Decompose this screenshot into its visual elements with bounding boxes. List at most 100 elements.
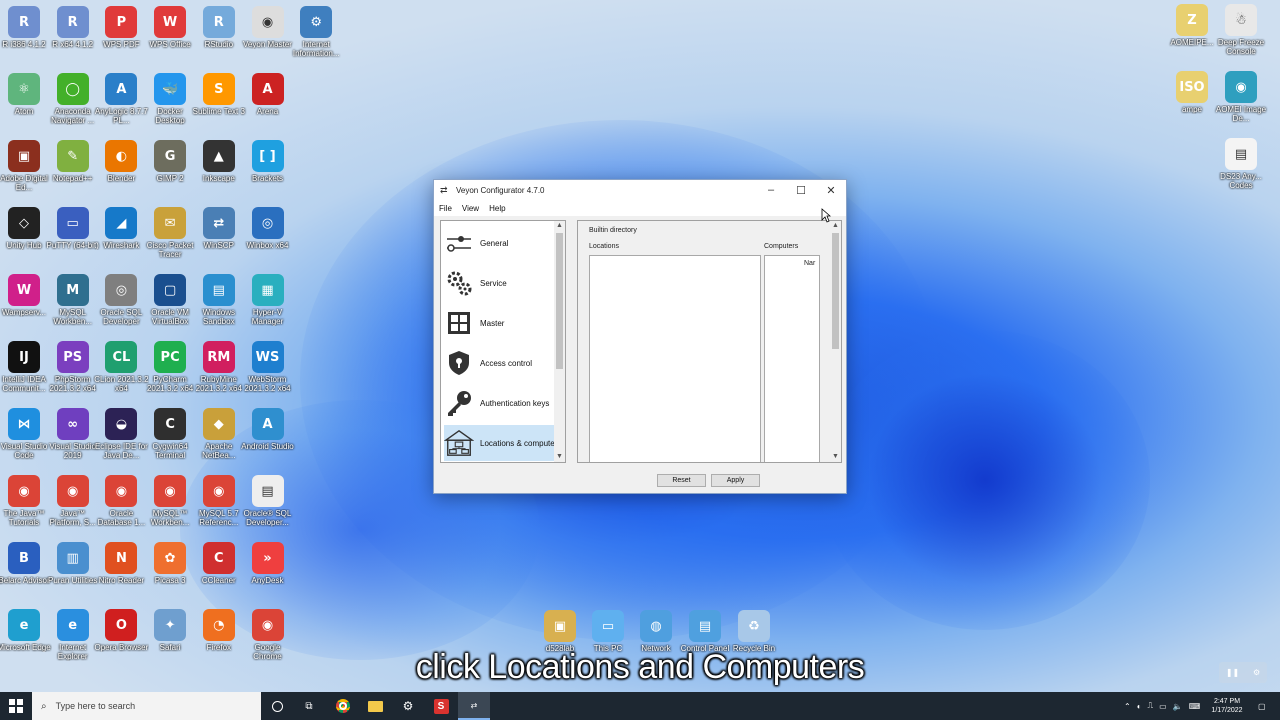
title-bar[interactable]: ⇄ Veyon Configurator 4.7.0 – ☐ ✕	[434, 180, 846, 200]
desktop-icon-4[interactable]: ♻ Recycle Bin	[730, 610, 778, 653]
desktop-icon-10[interactable]: 🐳 Docker Desktop	[146, 73, 194, 125]
desktop-icon-15[interactable]: ◐ Blender	[97, 140, 145, 183]
desktop-icon-40[interactable]: C Cygwin64 Terminal	[146, 408, 194, 460]
desktop-icon-26[interactable]: M MySQL Workben...	[49, 274, 97, 326]
desktop-icon-3[interactable]: ◉ AOMEI Image De...	[1216, 71, 1266, 123]
cortana-button[interactable]	[261, 692, 293, 720]
tray-usb-icon[interactable]: ⎍	[1148, 701, 1154, 711]
menu-view[interactable]: View	[462, 204, 479, 213]
nav-item-general[interactable]: General	[444, 225, 556, 261]
desktop-icon-30[interactable]: ▦ Hyper-V Manager	[244, 274, 292, 326]
nav-scrollbar[interactable]: ▲ ▼	[554, 221, 565, 462]
desktop-icon-0[interactable]: RR i386 4.1.2	[0, 6, 48, 49]
desktop-icon-45[interactable]: ◉ Oracle Database 1...	[97, 475, 145, 527]
desktop-icon-0[interactable]: Z AOMEIPE...	[1168, 4, 1216, 47]
desktop-icon-50[interactable]: ▥ Puran Utilities	[48, 542, 97, 585]
desktop-icon-54[interactable]: » AnyDesk	[244, 542, 292, 585]
desktop-icon-32[interactable]: PS PhpStorm 2021.3.2 x64	[49, 341, 97, 393]
scrollbar-thumb[interactable]	[556, 233, 563, 369]
desktop-icon-31[interactable]: IJ IntelliJ IDEA Communit...	[0, 341, 48, 393]
desktop-icon-34[interactable]: PC PyCharm 2021.3.2 x64	[146, 341, 194, 393]
menu-file[interactable]: File	[439, 204, 452, 213]
desktop-icon-52[interactable]: ✿ Picasa 3	[146, 542, 194, 585]
minimize-button[interactable]: –	[756, 180, 786, 200]
desktop-icon-20[interactable]: ▭ PuTTY (64-bit)	[47, 207, 99, 250]
desktop-icon-38[interactable]: ∞ Visual Studio 2019	[49, 408, 97, 460]
desktop-icon-1[interactable]: ▭ This PC	[584, 610, 632, 653]
panel-scrollbar[interactable]: ▲ ▼	[830, 221, 841, 462]
desktop-icon-43[interactable]: ◉ The Java™ Tutorials	[0, 475, 48, 527]
desktop-icon-2[interactable]: P WPS PDF	[97, 6, 145, 49]
desktop-icon-57[interactable]: O Opera Browser	[94, 609, 148, 652]
desktop-icon-4[interactable]: R RStudio	[195, 6, 243, 49]
desktop-icon-19[interactable]: ◇ Unity Hub	[0, 207, 48, 250]
close-button[interactable]: ✕	[816, 180, 846, 200]
locations-list[interactable]	[589, 255, 761, 462]
nav-item-service[interactable]: Service	[444, 265, 556, 301]
desktop-icon-25[interactable]: W Wampserv...	[0, 274, 48, 317]
desktop-icon-12[interactable]: A Arena	[244, 73, 292, 116]
desktop-icon-27[interactable]: ◎ Oracle SQL Developer	[97, 274, 145, 326]
desktop-icon-33[interactable]: CL CLion 2021.3.2 x64	[94, 341, 149, 393]
scroll-up-arrow-icon[interactable]: ▲	[830, 221, 841, 231]
desktop-icon-1[interactable]: R R x64 4.1.2	[49, 6, 97, 49]
desktop-icon-3[interactable]: W WPS Office	[146, 6, 194, 49]
desktop-icon-2[interactable]: ISO ampe	[1168, 71, 1216, 114]
nav-item-locations-computers[interactable]: Locations & computers	[444, 425, 561, 461]
desktop-icon-6[interactable]: ⚙ Internet Information...	[292, 6, 340, 58]
menu-help[interactable]: Help	[489, 204, 505, 213]
taskbar-chrome[interactable]	[327, 692, 359, 720]
desktop-icon-37[interactable]: ⋈ Visual Studio Code	[0, 408, 48, 460]
scrollbar-thumb[interactable]	[832, 233, 839, 349]
scroll-up-arrow-icon[interactable]: ▲	[554, 221, 565, 231]
desktop-icon-47[interactable]: ◉ MySQL 5.7 Referenc...	[195, 475, 243, 527]
tray-network-icon[interactable]: ▭	[1159, 702, 1167, 711]
veyon-configurator-window[interactable]: ⇄ Veyon Configurator 4.7.0 – ☐ ✕ File Vi…	[433, 179, 847, 494]
desktop-icon-58[interactable]: ✦ Safari	[146, 609, 194, 652]
tray-chevron-up-icon[interactable]: ⌃	[1124, 702, 1131, 711]
desktop-icon-53[interactable]: C CCleaner	[195, 542, 243, 585]
desktop-icon-41[interactable]: ◆ Apache NetBea...	[195, 408, 243, 460]
desktop-icon-2[interactable]: ◍ Network	[632, 610, 680, 653]
nav-item-access-control[interactable]: Access control	[444, 345, 556, 381]
desktop-icon-59[interactable]: ◔ Firefox	[195, 609, 243, 652]
reset-button[interactable]: Reset	[657, 474, 706, 487]
computers-list[interactable]: Nar	[764, 255, 820, 462]
desktop-icon-29[interactable]: ▤ Windows Sandbox	[195, 274, 243, 326]
desktop-icon-39[interactable]: ◒ Eclipse IDE for Java De...	[95, 408, 148, 460]
desktop-icon-48[interactable]: ▤ Oracle® SQL Developer...	[244, 475, 292, 527]
desktop-icon-5[interactable]: ◉ Veyon Master	[243, 6, 292, 49]
notifications-button[interactable]: ▢	[1258, 692, 1266, 720]
desktop-icon-46[interactable]: ◉ MySQL™ Workben...	[146, 475, 194, 527]
nav-item-master[interactable]: Master	[444, 305, 556, 341]
scroll-down-arrow-icon[interactable]: ▼	[830, 452, 841, 462]
desktop-icon-3[interactable]: ▤ Control Panel	[681, 610, 729, 653]
taskbar-settings[interactable]: ⚙	[392, 692, 424, 720]
tray-volume-icon[interactable]: 🔈	[1173, 702, 1183, 711]
desktop-icon-21[interactable]: ◢ Wireshark	[97, 207, 145, 250]
desktop-icon-16[interactable]: G GIMP 2	[146, 140, 194, 183]
desktop-icon-35[interactable]: RM RubyMine 2021.3.2 x64	[195, 341, 243, 393]
scroll-down-arrow-icon[interactable]: ▼	[554, 452, 565, 462]
desktop-icon-9[interactable]: A AnyLogic 8.7.7 PL...	[95, 73, 148, 125]
taskbar-veyon-configurator[interactable]: ⇄	[458, 692, 490, 720]
apply-button[interactable]: Apply	[711, 474, 760, 487]
nav-item-authentication-keys[interactable]: Authentication keys	[444, 385, 556, 421]
desktop-icon-0[interactable]: ▣ d528lab	[536, 610, 584, 653]
desktop-icon-8[interactable]: ◯ Anaconda Navigator ...	[49, 73, 97, 125]
clock[interactable]: 2:47 PM 1/17/2022	[1204, 692, 1250, 720]
task-view-button[interactable]: ⧉	[293, 692, 325, 720]
desktop-icon-28[interactable]: ▢ Oracle VM VirtualBox	[146, 274, 194, 326]
desktop-icon-23[interactable]: ⇄ WinSCP	[195, 207, 243, 250]
taskbar-wps[interactable]: S	[425, 692, 457, 720]
taskbar-search[interactable]: ⌕ Type here to search	[32, 692, 261, 720]
desktop-icon-22[interactable]: ✉ Cisco Packet Tracer	[146, 207, 194, 259]
taskbar-file-explorer[interactable]	[359, 692, 391, 720]
desktop-icon-44[interactable]: ◉ Java™ Platform, S...	[49, 475, 97, 527]
desktop-icon-1[interactable]: ☃ Deep Freeze Console	[1217, 4, 1265, 56]
desktop-icon-14[interactable]: ✎ Notepad++	[49, 140, 97, 183]
desktop-icon-51[interactable]: N Nitro Reader	[97, 542, 145, 585]
desktop-icon-4[interactable]: ▤ DS23 Any... Codes	[1217, 138, 1265, 190]
tray-app-icon[interactable]: ◐	[1137, 702, 1142, 711]
desktop-icon-36[interactable]: WS WebStorm 2021.3.2 x64	[244, 341, 292, 393]
